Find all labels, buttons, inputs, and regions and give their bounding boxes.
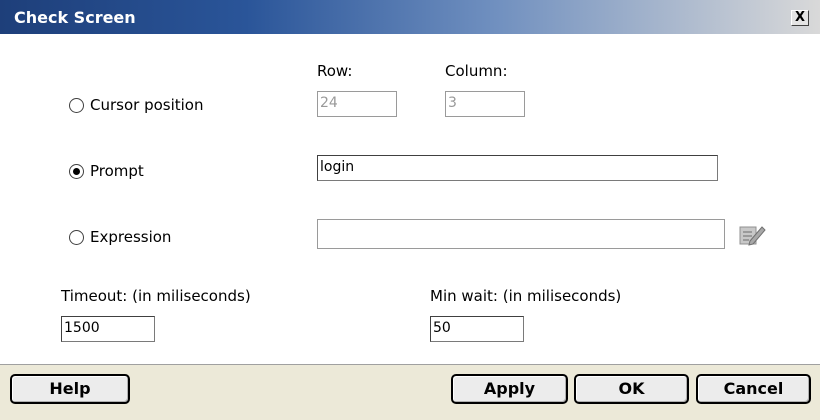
title-bar[interactable]: Check Screen X (0, 0, 820, 34)
help-button[interactable]: Help (10, 374, 130, 404)
prompt-input[interactable]: login (317, 155, 718, 181)
column-field[interactable]: 3 (445, 91, 525, 117)
radio-button-unchecked-icon[interactable] (69, 229, 84, 245)
footer-separator (0, 364, 820, 365)
expression-radio[interactable]: Expression (69, 228, 171, 246)
radio-button-checked-icon[interactable] (69, 163, 84, 179)
cursor-position-label: Cursor position (90, 96, 204, 114)
dialog-body (0, 34, 820, 364)
radio-button-unchecked-icon[interactable] (69, 97, 84, 113)
edit-expression-icon[interactable] (738, 223, 766, 247)
min-wait-input[interactable]: 50 (430, 316, 524, 342)
window-title: Check Screen (14, 8, 136, 27)
column-label: Column: (445, 62, 508, 80)
row-label: Row: (317, 62, 353, 80)
timeout-label: Timeout: (in miliseconds) (61, 287, 251, 305)
expression-label: Expression (90, 228, 172, 246)
min-wait-label: Min wait: (in miliseconds) (430, 287, 622, 305)
prompt-label: Prompt (90, 162, 144, 180)
close-button[interactable]: X (791, 10, 809, 26)
prompt-radio[interactable]: Prompt (69, 162, 144, 180)
cursor-position-radio[interactable]: Cursor position (69, 96, 204, 114)
apply-button[interactable]: Apply (451, 374, 568, 404)
row-field[interactable]: 24 (317, 91, 397, 117)
ok-button[interactable]: OK (574, 374, 689, 404)
timeout-input[interactable]: 1500 (61, 316, 155, 342)
expression-input[interactable] (317, 219, 725, 249)
cancel-button[interactable]: Cancel (696, 374, 811, 404)
